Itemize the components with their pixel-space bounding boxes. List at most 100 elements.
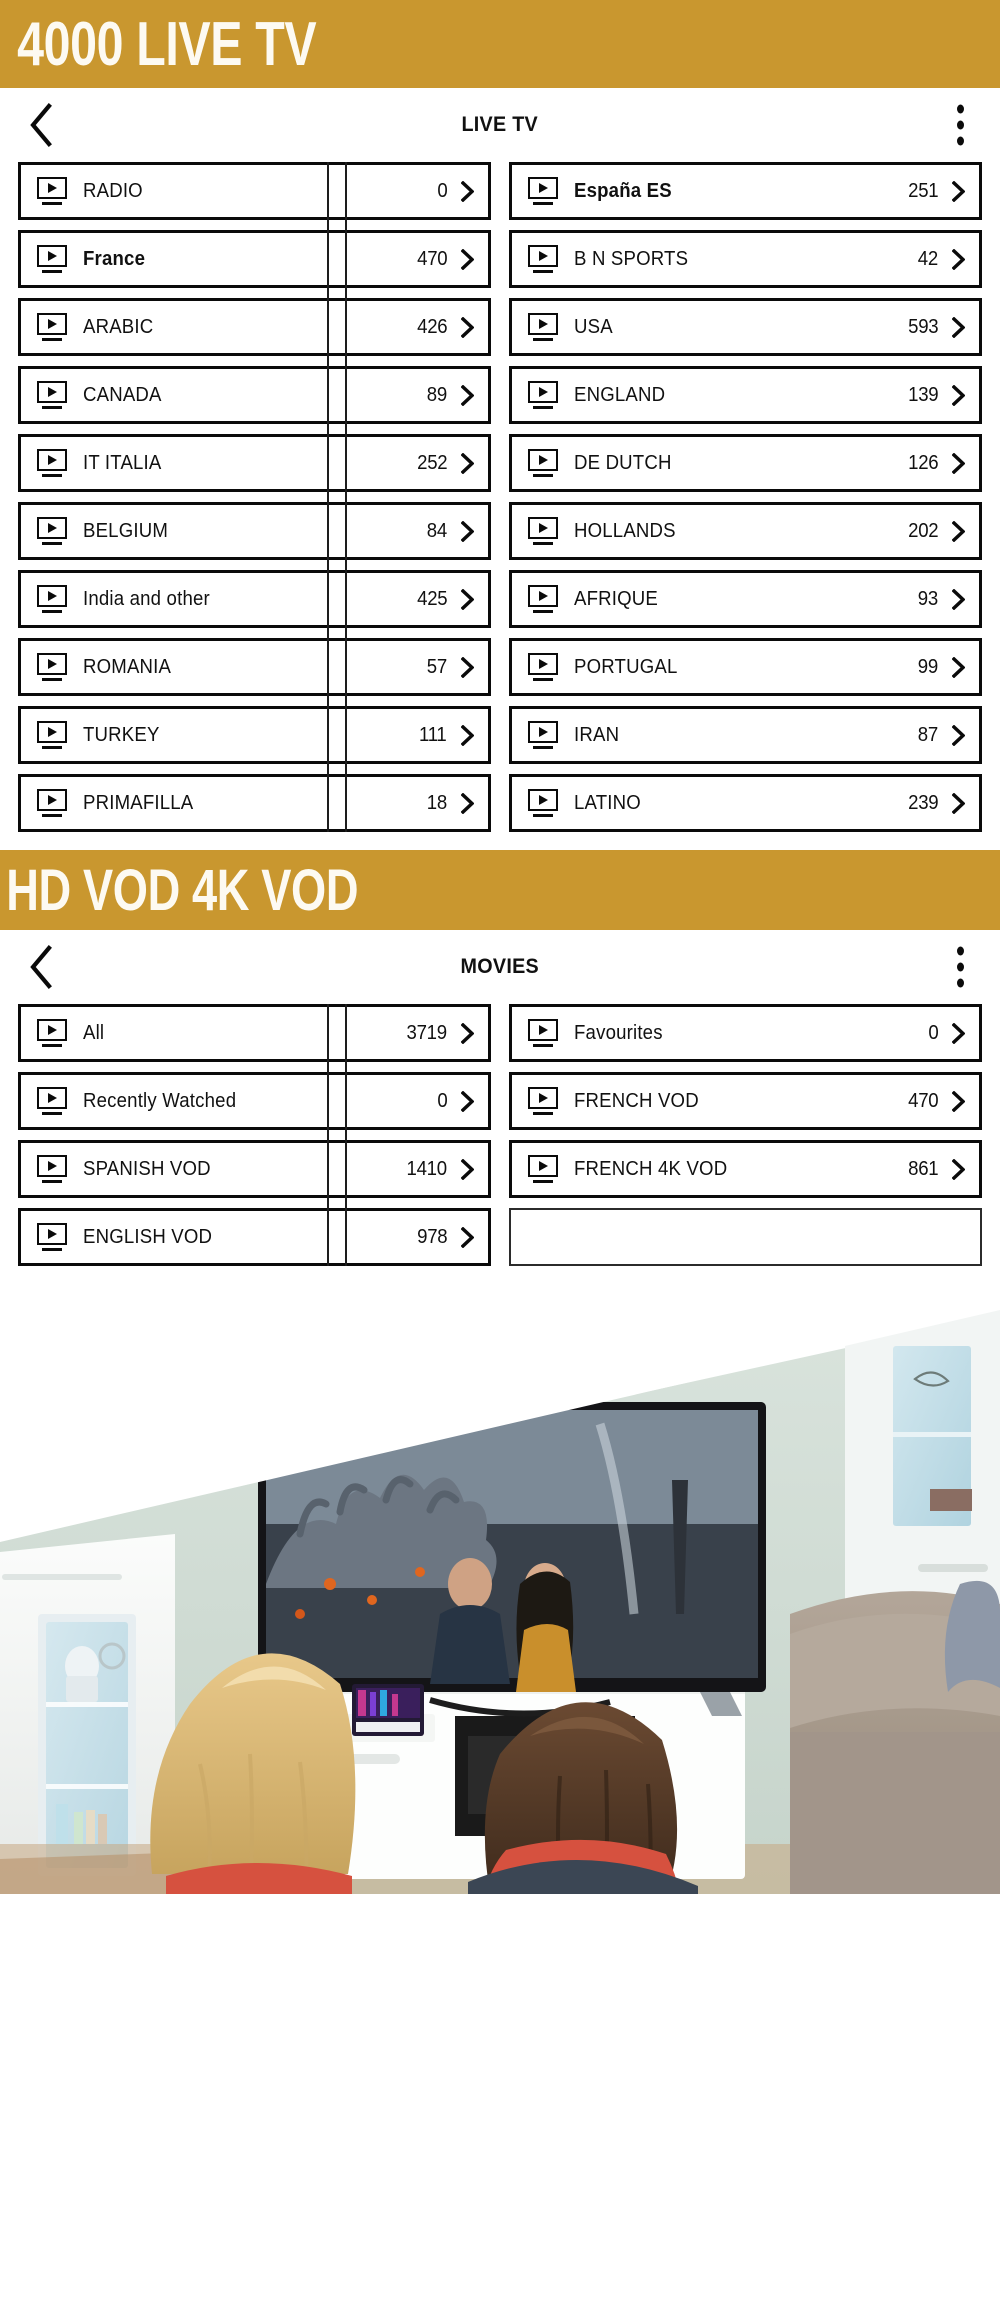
list-row: IT ITALIA 252 DE DUTCH 126 xyxy=(18,434,982,492)
category-item[interactable]: AFRIQUE 93 xyxy=(509,570,982,628)
category-label: SPANISH VOD xyxy=(83,1157,211,1180)
category-item[interactable]: TURKEY 111 xyxy=(18,706,491,764)
chevron-right-icon xyxy=(461,180,474,202)
category-label: IRAN xyxy=(574,723,620,746)
category-label: DE DUTCH xyxy=(574,451,672,474)
category-label: All xyxy=(83,1021,105,1044)
category-item[interactable]: Favourites 0 xyxy=(509,1004,982,1062)
category-item[interactable]: HOLLANDS 202 xyxy=(509,502,982,560)
list-cell: All 3719 xyxy=(18,1004,491,1062)
category-label: France xyxy=(83,247,146,270)
category-item[interactable]: ENGLISH VOD 978 xyxy=(18,1208,491,1266)
chevron-right-icon xyxy=(461,792,474,814)
tv-monitor-play-icon xyxy=(528,1087,558,1115)
list-cell: ENGLAND 139 xyxy=(509,366,982,424)
category-item[interactable]: FRENCH VOD 470 xyxy=(509,1072,982,1130)
category-count: 139 xyxy=(907,383,938,406)
category-item[interactable]: PRIMAFILLA 18 xyxy=(18,774,491,832)
category-item[interactable]: Recently Watched 0 xyxy=(18,1072,491,1130)
chevron-right-icon xyxy=(952,452,965,474)
chevron-right-icon xyxy=(952,1022,965,1044)
list-cell: Favourites 0 xyxy=(509,1004,982,1062)
category-item[interactable]: ROMANIA 57 xyxy=(18,638,491,696)
category-label: B N SPORTS xyxy=(574,247,689,270)
living-room-photo xyxy=(0,1284,1000,1894)
category-count: 0 xyxy=(437,1089,448,1112)
category-item[interactable]: B N SPORTS 42 xyxy=(509,230,982,288)
list-cell: ENGLISH VOD 978 xyxy=(18,1208,491,1266)
tv-monitor-play-icon xyxy=(528,245,558,273)
kebab-dot xyxy=(957,962,964,972)
category-label: BELGIUM xyxy=(83,519,169,542)
category-item[interactable]: PORTUGAL 99 xyxy=(509,638,982,696)
chevron-right-icon xyxy=(952,1090,965,1112)
category-item[interactable]: FRENCH 4K VOD 861 xyxy=(509,1140,982,1198)
category-item[interactable]: DE DUTCH 126 xyxy=(509,434,982,492)
chevron-right-icon xyxy=(952,180,965,202)
category-count: 239 xyxy=(907,791,938,814)
category-count: 251 xyxy=(907,179,938,202)
category-item[interactable]: ENGLAND 139 xyxy=(509,366,982,424)
tv-monitor-play-icon xyxy=(37,1087,67,1115)
category-item[interactable]: India and other 425 xyxy=(18,570,491,628)
tv-monitor-play-icon xyxy=(528,1019,558,1047)
category-item[interactable]: IT ITALIA 252 xyxy=(18,434,491,492)
tv-monitor-play-icon xyxy=(528,653,558,681)
list-cell: AFRIQUE 93 xyxy=(509,570,982,628)
category-item[interactable]: RADIO 0 xyxy=(18,162,491,220)
category-item[interactable]: IRAN 87 xyxy=(509,706,982,764)
category-item[interactable]: CANADA 89 xyxy=(18,366,491,424)
list-row: All 3719 Favourites 0 xyxy=(18,1004,982,1062)
kebab-dot xyxy=(957,136,964,146)
list-cell: ARABIC 426 xyxy=(18,298,491,356)
list-row: ENGLISH VOD 978 xyxy=(18,1208,982,1266)
kebab-dot xyxy=(957,104,964,114)
tv-monitor-play-icon xyxy=(37,517,67,545)
tv-monitor-play-icon xyxy=(37,381,67,409)
category-item[interactable]: SPANISH VOD 1410 xyxy=(18,1140,491,1198)
category-count: 57 xyxy=(427,655,448,678)
category-label: PRIMAFILLA xyxy=(83,791,194,814)
chevron-left-icon[interactable] xyxy=(28,945,54,989)
chevron-right-icon xyxy=(461,452,474,474)
list-cell: IT ITALIA 252 xyxy=(18,434,491,492)
more-vertical-icon[interactable] xyxy=(953,101,968,150)
chevron-left-icon[interactable] xyxy=(28,103,54,147)
tv-monitor-play-icon xyxy=(37,721,67,749)
page-title: MOVIES xyxy=(460,955,540,978)
tv-monitor-play-icon xyxy=(528,789,558,817)
category-item[interactable]: All 3719 xyxy=(18,1004,491,1062)
list-cell: Recently Watched 0 xyxy=(18,1072,491,1130)
category-count: 202 xyxy=(907,519,938,542)
category-item[interactable]: France 470 xyxy=(18,230,491,288)
category-item[interactable]: ARABIC 426 xyxy=(18,298,491,356)
list-cell: PRIMAFILLA 18 xyxy=(18,774,491,832)
category-item[interactable]: LATINO 239 xyxy=(509,774,982,832)
chevron-right-icon xyxy=(461,1090,474,1112)
category-item[interactable]: España ES 251 xyxy=(509,162,982,220)
category-label: CANADA xyxy=(83,383,162,406)
list-cell: USA 593 xyxy=(509,298,982,356)
more-vertical-icon[interactable] xyxy=(953,943,968,992)
category-label: TURKEY xyxy=(83,723,160,746)
category-item[interactable]: BELGIUM 84 xyxy=(18,502,491,560)
chevron-right-icon xyxy=(952,656,965,678)
chevron-right-icon xyxy=(461,384,474,406)
kebab-dot xyxy=(957,946,964,956)
tv-monitor-play-icon xyxy=(528,313,558,341)
live-tv-banner: 4000 LIVE TV xyxy=(0,0,1000,88)
tv-monitor-play-icon xyxy=(528,177,558,205)
kebab-dot xyxy=(957,978,964,988)
tv-monitor-play-icon xyxy=(37,177,67,205)
category-item[interactable]: USA 593 xyxy=(509,298,982,356)
tv-monitor-play-icon xyxy=(528,1155,558,1183)
chevron-right-icon xyxy=(952,1158,965,1180)
category-count: 0 xyxy=(928,1021,939,1044)
category-count: 93 xyxy=(918,587,939,610)
category-count: 1410 xyxy=(406,1157,447,1180)
list-row: France 470 B N SPORTS 42 xyxy=(18,230,982,288)
list-row: PRIMAFILLA 18 LATINO 239 xyxy=(18,774,982,832)
category-count: 42 xyxy=(918,247,939,270)
chevron-right-icon xyxy=(461,588,474,610)
tv-monitor-play-icon xyxy=(37,789,67,817)
